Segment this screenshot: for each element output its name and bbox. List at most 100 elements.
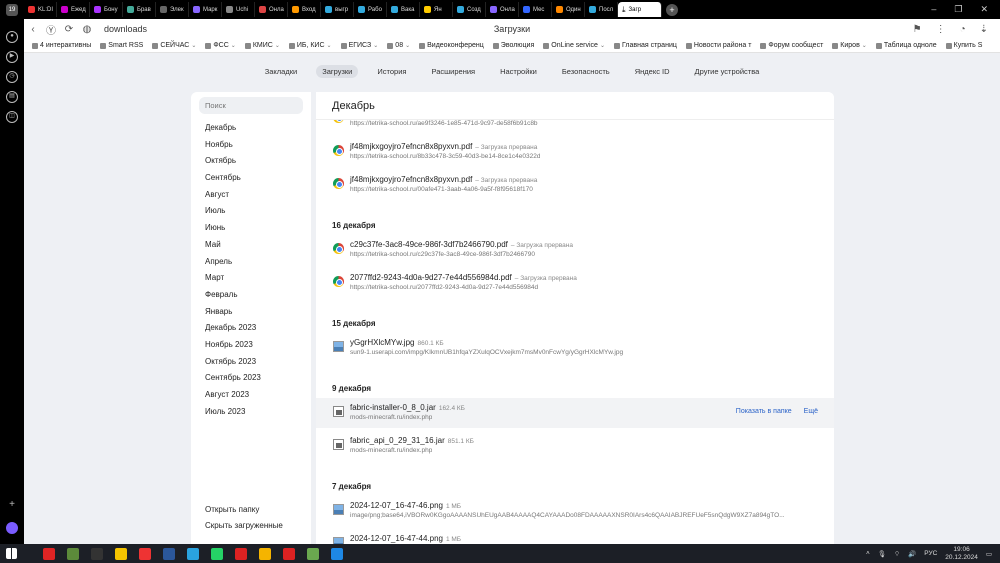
bookmark-item[interactable]: Таблица одноле — [875, 42, 937, 49]
panel-icon[interactable]: ◫ — [6, 111, 18, 123]
sidebar-month-item[interactable]: Июль 2023 — [191, 404, 311, 421]
sidebar-month-item[interactable]: Январь — [191, 304, 311, 321]
nav-tab[interactable]: История — [371, 65, 412, 78]
nav-tab[interactable]: Яндекс ID — [629, 65, 676, 78]
bookmark-item[interactable]: Купить S — [945, 42, 982, 49]
bookmark-item[interactable]: ИБ, КИС ⌄ — [288, 42, 332, 49]
profile-icon[interactable] — [6, 522, 18, 534]
sidebar-month-item[interactable]: Декабрь — [191, 120, 311, 137]
play-icon[interactable]: ▶ — [6, 51, 18, 63]
language-indicator[interactable]: РУС — [924, 550, 937, 557]
sidebar-month-item[interactable]: Сентябрь 2023 — [191, 370, 311, 387]
tab-downloads[interactable]: ⤓ Загр — [618, 2, 662, 17]
bookmark-icon[interactable]: ⚑ — [913, 24, 922, 35]
bookmark-item[interactable]: Новости района т — [685, 42, 751, 49]
browser-tab[interactable]: Один — [552, 2, 585, 17]
nav-tab[interactable]: Закладки — [259, 65, 303, 78]
download-item[interactable]: fabric-installer-0_8_0.jar 162.4 КБ mods-m… — [316, 398, 834, 428]
hide-downloaded-button[interactable]: Скрыть загруженные — [205, 518, 283, 534]
browser-tab[interactable]: Uchi — [222, 2, 255, 17]
nav-tab[interactable]: Расширения — [425, 65, 481, 78]
sidebar-month-item[interactable]: Ноябрь — [191, 137, 311, 154]
media-icon[interactable] — [259, 547, 271, 560]
bookmark-item[interactable]: КМИС ⌄ — [244, 42, 280, 49]
sidebar-month-item[interactable]: Октябрь — [191, 153, 311, 170]
tab-count-icon[interactable]: 19 — [6, 3, 18, 16]
restore-icon[interactable]: ❐ — [954, 4, 962, 15]
bookmark-item[interactable]: ФСС ⌄ — [205, 42, 236, 49]
browser-icon[interactable] — [331, 547, 343, 560]
download-item[interactable]: jf48mjkxgoyjro7efncn8x8pyxvn.pdf– Загруз… — [316, 137, 834, 167]
bookmark-item[interactable]: Эволюция — [492, 42, 534, 49]
nav-tab[interactable]: Другие устройства — [689, 65, 766, 78]
file-name[interactable]: yGgrHXlcMYw.jpg 860.1 КБ — [350, 338, 444, 347]
chevron-up-icon[interactable]: ˄ — [866, 550, 870, 557]
browser-tab[interactable]: Посл — [585, 2, 618, 17]
file-name[interactable]: 2024-12-07_16-47-44.png 1 МБ — [350, 534, 461, 543]
browser-tab[interactable]: Марк — [189, 2, 222, 17]
bookmark-item[interactable]: 4 интерактивны — [32, 42, 91, 49]
file-name[interactable]: 2024-12-07_16-47-46.png 1 МБ — [350, 501, 461, 510]
site-info-icon[interactable]: ◍ — [78, 24, 96, 35]
search-input[interactable] — [199, 97, 303, 114]
file-name[interactable]: c29c37fe-3ac8-49ce-986f-3df7b2466790.pdf… — [350, 240, 573, 249]
download-item[interactable]: 2077ffd2-9243-4d0a-9d27-7e44d556984d.pdf… — [316, 268, 834, 298]
browser-tab[interactable]: Бону — [90, 2, 123, 17]
nav-tab[interactable]: Настройки — [494, 65, 543, 78]
yandex-logo-icon[interactable]: Ⓨ — [42, 22, 60, 37]
downloads-icon[interactable]: ⇣ — [980, 24, 988, 35]
download-item[interactable]: c29c37fe-3ac8-49ce-986f-3df7b2466790.pdf… — [316, 235, 834, 265]
minecraft2-icon[interactable] — [307, 547, 319, 560]
browser-tab[interactable]: KL:DI — [24, 2, 57, 17]
sidebar-month-item[interactable]: Август 2023 — [191, 387, 311, 404]
bookmark-item[interactable]: 08 ⌄ — [387, 42, 410, 49]
browser-tab[interactable]: Вака — [387, 2, 420, 17]
sidebar-month-item[interactable]: Ноябрь 2023 — [191, 337, 311, 354]
minecraft-icon[interactable] — [67, 547, 79, 560]
browser-tab[interactable]: Рабо — [354, 2, 387, 17]
nav-tab[interactable]: Загрузки — [316, 65, 359, 78]
download-item[interactable]: yGgrHXlcMYw.jpg 860.1 КБ sun9-1.userapi.co… — [316, 333, 834, 363]
yandex-icon[interactable] — [139, 547, 151, 560]
browser-tab[interactable]: Элек — [156, 2, 189, 17]
browser-tab[interactable]: Ежед — [57, 2, 90, 17]
file-name[interactable]: 2077ffd2-9243-4d0a-9d27-7e44d556984d.pdf… — [350, 273, 577, 282]
sidebar-month-item[interactable]: Февраль — [191, 287, 311, 304]
file-name[interactable]: jf48mjkxgoyjro7efncn8x8pyxvn.pdf– Загруз… — [350, 142, 537, 151]
notifications-icon[interactable]: ▭ — [986, 550, 992, 558]
download-item[interactable]: 2024-12-07_16-47-44.png 1 МБ — [316, 529, 834, 544]
bookmark-item[interactable]: Форум сообщест — [760, 42, 823, 49]
sidebar-month-item[interactable]: Апрель — [191, 254, 311, 271]
file-name[interactable]: jf48mjkxgoyjro7efncn8x8pyxvn.pdf– Загруз… — [350, 175, 537, 184]
browser-tab[interactable]: Мес — [519, 2, 552, 17]
bookmark-item[interactable]: OnLine service ⌄ — [543, 42, 605, 49]
browser-tab[interactable]: Вход — [288, 2, 321, 17]
browser-tab[interactable]: выгр — [321, 2, 354, 17]
opera-icon[interactable] — [43, 547, 55, 560]
back-icon[interactable]: ‹ — [24, 24, 42, 35]
beeline-icon[interactable] — [115, 547, 127, 560]
mic-icon[interactable]: 🎙 — [878, 550, 886, 558]
sidebar-month-item[interactable]: Июнь — [191, 220, 311, 237]
browser-tab[interactable]: Созд — [453, 2, 486, 17]
new-tab-button[interactable]: + — [666, 3, 678, 16]
browser-tab[interactable]: Ян — [420, 2, 453, 17]
sidebar-month-item[interactable]: Август — [191, 187, 311, 204]
account-icon[interactable]: ◔ — [960, 24, 966, 35]
word-icon[interactable] — [163, 547, 175, 560]
bookmark-item[interactable]: Видеоконференц — [419, 42, 484, 49]
more-button[interactable]: Ещё — [804, 408, 818, 415]
sidebar-month-item[interactable]: Сентябрь — [191, 170, 311, 187]
history-icon[interactable]: ◷ — [6, 71, 18, 83]
browser-menu[interactable]: 19 — [0, 3, 24, 16]
bookmark-item[interactable]: Smart RSS — [100, 42, 143, 49]
browser-tab[interactable]: Онла — [255, 2, 288, 17]
download-item[interactable]: jf48mjkxgoyjro7efncn8x8pyxvn.pdf– Загруз… — [316, 170, 834, 200]
bookmark-item[interactable]: Киров ⌄ — [832, 42, 867, 49]
sidebar-month-item[interactable]: Март — [191, 270, 311, 287]
open-folder-button[interactable]: Открыть папку — [205, 502, 283, 518]
sidebar-month-item[interactable]: Октябрь 2023 — [191, 354, 311, 371]
alice-icon[interactable]: ● — [6, 31, 18, 43]
tabs-icon[interactable]: ▤ — [6, 91, 18, 103]
app-red2-icon[interactable] — [283, 547, 295, 560]
